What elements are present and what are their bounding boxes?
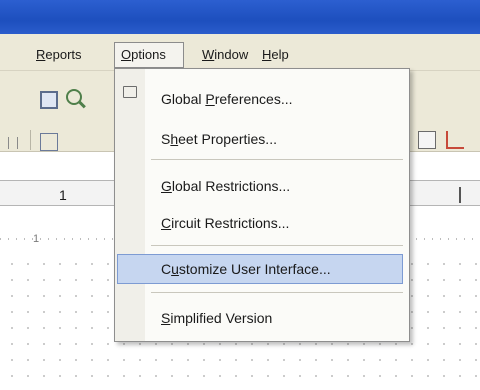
menu-global-preferences[interactable]: Global Preferences...	[161, 86, 293, 112]
menu-circuit-restrictions[interactable]: Circuit Restrictions...	[161, 210, 289, 236]
probe-icon[interactable]	[8, 137, 18, 149]
menu-help[interactable]: Help	[256, 44, 295, 66]
panel-icon[interactable]	[40, 91, 58, 109]
toolbar-divider	[30, 130, 31, 150]
menu-global-restrictions[interactable]: Global Restrictions...	[161, 173, 290, 199]
component-icon[interactable]	[40, 133, 58, 151]
menu-customize-ui[interactable]: Customize User Interface...	[161, 256, 331, 282]
menu-reports[interactable]: Reports	[30, 44, 88, 66]
menu-separator	[151, 245, 403, 246]
menu-separator	[151, 292, 403, 293]
menu-simplified-version[interactable]: Simplified Version	[161, 305, 272, 331]
title-bar	[0, 0, 480, 34]
menu-separator	[151, 159, 403, 160]
ruler-label: 1	[59, 187, 67, 203]
menu-gutter	[115, 69, 145, 341]
menu-sheet-properties[interactable]: Sheet Properties...	[161, 126, 277, 152]
ruler-dotted-label: 1	[33, 233, 40, 245]
ruler-tick	[459, 187, 461, 203]
calendar-icon[interactable]	[418, 131, 436, 149]
marker-icon[interactable]	[446, 131, 464, 149]
preferences-icon	[123, 86, 137, 98]
menu-options[interactable]: Options	[114, 42, 184, 68]
menu-window[interactable]: Window	[196, 44, 254, 66]
options-dropdown: Global Preferences... Sheet Properties..…	[114, 68, 410, 342]
